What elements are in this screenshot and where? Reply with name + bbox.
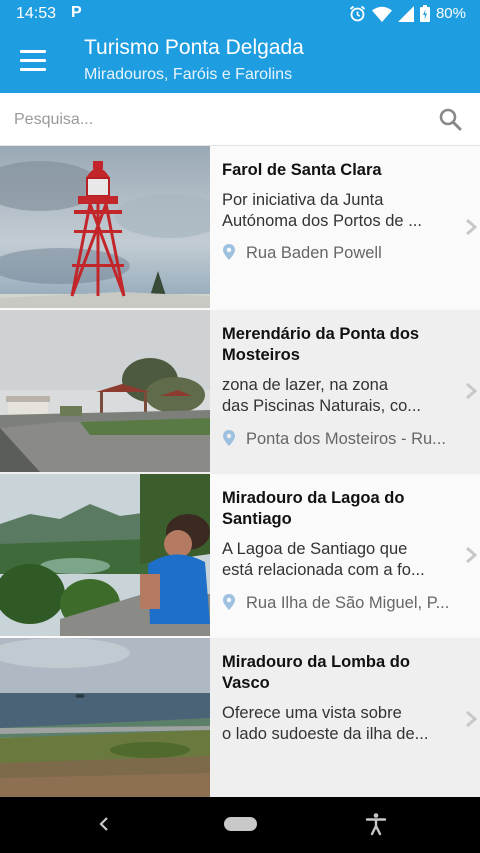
search-icon[interactable]	[438, 107, 462, 131]
battery-percentage: 80%	[435, 5, 466, 22]
location-pin-icon	[223, 244, 235, 260]
picnic-park-photo	[0, 310, 210, 472]
battery-icon	[419, 5, 430, 22]
item-description: Por iniciativa da Junta Autónoma dos Por…	[222, 191, 422, 230]
list-item[interactable]: Miradouro da Lagoa do Santiago A Lagoa d…	[0, 474, 480, 638]
list-item[interactable]: Farol de Santa Clara Por iniciativa da J…	[0, 146, 480, 310]
item-location: Rua Ilha de São Miguel, P...	[222, 594, 458, 613]
alarm-icon	[349, 5, 366, 22]
status-bar: 14:53 P 80%	[0, 0, 480, 30]
list-item[interactable]: Miradouro da Lomba do Vasco Oferece uma …	[0, 638, 480, 802]
home-pill-icon[interactable]	[224, 817, 257, 831]
back-icon[interactable]	[94, 813, 114, 835]
red-lighthouse-photo	[0, 146, 210, 308]
chevron-right-icon	[466, 382, 478, 400]
app-bar: Turismo Ponta Delgada Miradouros, Faróis…	[0, 30, 480, 93]
p-app-icon: P	[71, 4, 82, 21]
item-description: Oferece uma vista sobre o lado sudoeste …	[222, 704, 429, 743]
item-description: zona de lazer, na zona das Piscinas Natu…	[222, 376, 421, 415]
hamburger-menu-icon[interactable]	[20, 50, 46, 72]
lagoon-viewpoint-photo	[0, 474, 210, 636]
item-description: A Lagoa de Santiago que está relacionada…	[222, 540, 425, 579]
sea-viewpoint-photo	[0, 638, 210, 800]
wifi-icon	[371, 6, 392, 22]
item-title: Miradouro da Lagoa do Santiago	[222, 489, 405, 528]
location-pin-icon	[223, 594, 235, 610]
chevron-right-icon	[466, 710, 478, 728]
item-title: Merendário da Ponta dos Mosteiros	[222, 325, 420, 364]
item-location: Rua Baden Powell	[222, 244, 458, 263]
item-title: Farol de Santa Clara	[222, 161, 382, 179]
status-time: 14:53	[16, 5, 57, 22]
search-bar	[0, 93, 480, 146]
chevron-right-icon	[466, 218, 478, 236]
app-title: Turismo Ponta Delgada	[84, 36, 304, 59]
item-location: Ponta dos Mosteiros - Ru...	[222, 430, 458, 449]
search-input[interactable]	[14, 103, 414, 136]
list-item[interactable]: Merendário da Ponta dos Mosteiros zona d…	[0, 310, 480, 474]
places-list: Farol de Santa Clara Por iniciativa da J…	[0, 146, 480, 802]
signal-icon	[397, 5, 414, 22]
item-title: Miradouro da Lomba do Vasco	[222, 653, 410, 692]
accessibility-icon[interactable]	[364, 812, 388, 836]
system-nav-bar	[0, 797, 480, 853]
location-pin-icon	[223, 430, 235, 446]
app-subtitle: Miradouros, Faróis e Farolins	[84, 66, 293, 83]
chevron-right-icon	[466, 546, 478, 564]
